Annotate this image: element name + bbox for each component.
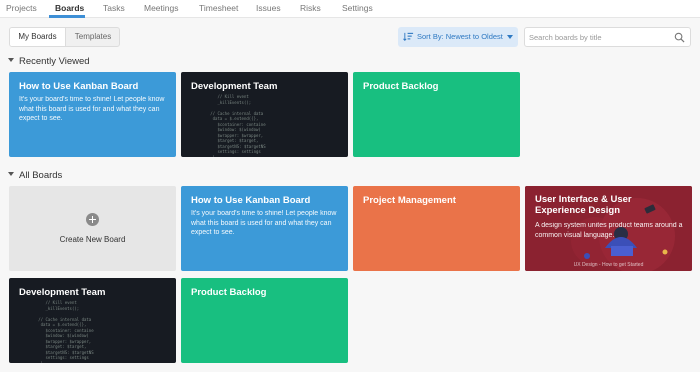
search-box — [524, 27, 691, 47]
board-card-kanban[interactable]: How to Use Kanban Board It's your board'… — [181, 186, 348, 271]
board-view-toggle: My Boards Templates — [9, 27, 120, 47]
tab-timesheet[interactable]: Timesheet — [199, 3, 238, 13]
section-recently-viewed[interactable]: Recently Viewed — [8, 56, 90, 67]
board-card-ux-design[interactable]: User Interface & User Experience Design … — [525, 186, 692, 271]
board-card-development-team[interactable]: // Kill event _killEvents(); // Cache in… — [9, 278, 176, 363]
board-title: Development Team — [19, 287, 106, 298]
templates-button[interactable]: Templates — [66, 28, 119, 46]
section-all-boards[interactable]: All Boards — [8, 170, 62, 181]
board-title: How to Use Kanban Board — [19, 81, 139, 92]
sort-label: Sort By: Newest to Oldest — [417, 32, 503, 41]
board-description: It's your board's time to shine! Let peo… — [191, 210, 337, 236]
tab-meetings[interactable]: Meetings — [144, 3, 179, 13]
board-title: User Interface & User Experience Design — [535, 194, 632, 216]
active-tab-indicator — [49, 15, 85, 18]
sort-icon — [403, 32, 414, 42]
create-board-label: Create New Board — [59, 235, 126, 244]
board-title: Product Backlog — [363, 81, 439, 92]
search-input[interactable] — [529, 30, 669, 44]
board-title: Product Backlog — [191, 287, 267, 298]
tab-issues[interactable]: Issues — [256, 3, 281, 13]
tab-risks[interactable]: Risks — [300, 3, 321, 13]
create-new-board-button[interactable]: Create New Board — [9, 186, 176, 271]
board-card-product-backlog[interactable]: Product Backlog — [353, 72, 520, 157]
board-card-project-management[interactable]: Project Management — [353, 186, 520, 271]
chevron-down-icon — [507, 35, 513, 39]
top-nav: Projects Boards Tasks Meetings Timesheet… — [0, 0, 700, 18]
board-footer-caption: UX Design - How to get Started — [573, 262, 644, 268]
tab-boards[interactable]: Boards — [55, 3, 84, 13]
collapse-icon — [8, 58, 14, 63]
board-title: Development Team — [191, 81, 278, 92]
tab-settings[interactable]: Settings — [342, 3, 373, 13]
plus-icon — [86, 213, 99, 226]
collapse-icon — [8, 172, 14, 177]
board-card-kanban[interactable]: How to Use Kanban Board It's your board'… — [9, 72, 176, 157]
tab-projects[interactable]: Projects — [6, 3, 37, 13]
board-description: A design system unites product teams aro… — [535, 222, 683, 239]
my-boards-button[interactable]: My Boards — [10, 28, 66, 46]
sort-dropdown[interactable]: Sort By: Newest to Oldest — [398, 27, 518, 47]
board-title: How to Use Kanban Board — [191, 195, 311, 206]
board-card-development-team[interactable]: // Kill event _killEvents(); // Cache in… — [181, 72, 348, 157]
section-title: All Boards — [19, 170, 63, 181]
board-card-product-backlog[interactable]: Product Backlog — [181, 278, 348, 363]
board-title: Project Management — [363, 195, 456, 206]
search-icon[interactable] — [674, 32, 685, 43]
tab-tasks[interactable]: Tasks — [103, 3, 125, 13]
board-description: It's your board's time to shine! Let peo… — [19, 96, 165, 122]
section-title: Recently Viewed — [19, 56, 90, 67]
